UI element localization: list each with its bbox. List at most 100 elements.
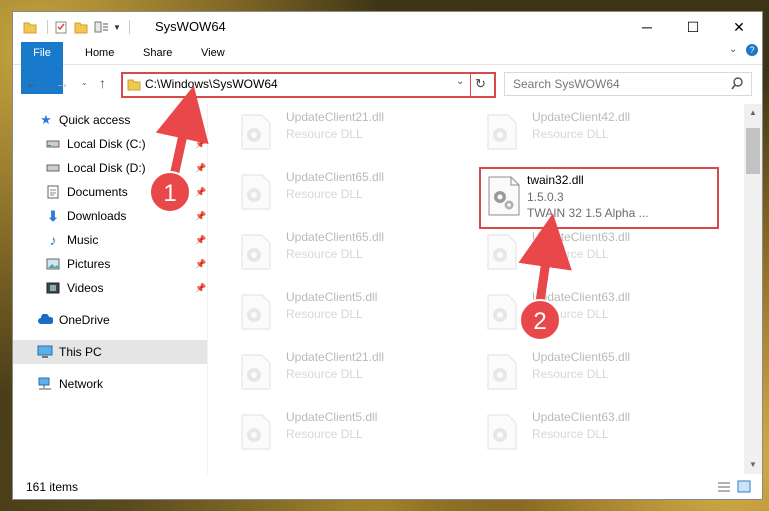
file-item[interactable]: UpdateClient63.dll Resource DLL: [458, 408, 698, 460]
file-type: Resource DLL: [532, 427, 609, 441]
scroll-down-icon[interactable]: ▼: [749, 460, 757, 469]
folder-icon[interactable]: [23, 20, 37, 34]
sidebar-item-network[interactable]: Network: [13, 372, 207, 396]
address-dropdown-icon[interactable]: ⌄: [456, 76, 464, 87]
file-name: UpdateClient63.dll: [532, 230, 631, 244]
pin-icon[interactable]: 📌: [195, 259, 206, 270]
file-item[interactable]: UpdateClient21.dll Resource DLL: [212, 348, 452, 400]
customize-icon[interactable]: [94, 20, 110, 34]
pin-icon[interactable]: 📌: [195, 283, 206, 294]
file-name: UpdateClient63.dll: [532, 290, 631, 304]
scroll-up-icon[interactable]: ▲: [749, 108, 757, 117]
chevron-down-icon[interactable]: ▼: [113, 23, 121, 32]
up-arrow-icon[interactable]: ↑: [99, 75, 106, 91]
sidebar-item-label: Documents: [67, 185, 128, 199]
file-item[interactable]: UpdateClient65.dll Resource DLL: [212, 168, 452, 220]
pin-icon[interactable]: 📌: [195, 235, 206, 246]
search-icon[interactable]: [731, 77, 744, 90]
sidebar-item-documents[interactable]: Documents 📌: [13, 180, 207, 204]
maximize-button[interactable]: ☐: [670, 12, 716, 42]
item-count: 161 items: [26, 480, 79, 494]
search-placeholder: Search SysWOW64: [513, 77, 620, 91]
dll-file-icon: [241, 414, 271, 450]
pin-icon[interactable]: 📌: [195, 139, 206, 150]
file-name: UpdateClient65.dll: [286, 170, 385, 184]
file-type: Resource DLL: [532, 367, 609, 381]
large-icons-view-icon[interactable]: [737, 480, 751, 493]
file-explorer-window: ▼ SysWOW64 ─ ☐ ✕ File Home Share View ⌄ …: [13, 12, 762, 499]
vertical-scrollbar[interactable]: ▲ ▼: [744, 104, 762, 474]
file-type: Resource DLL: [532, 307, 609, 321]
dll-file-icon: [241, 354, 271, 390]
file-name: UpdateClient65.dll: [286, 230, 385, 244]
properties-icon[interactable]: [54, 20, 68, 34]
drive-icon: [45, 160, 61, 176]
sidebar-item-music[interactable]: ♪ Music 📌: [13, 228, 207, 252]
dll-file-icon: [488, 176, 520, 216]
quick-access-toolbar: ▼: [23, 18, 130, 36]
new-folder-icon[interactable]: [74, 20, 88, 34]
scrollbar-thumb[interactable]: [746, 128, 760, 174]
details-view-icon[interactable]: [717, 481, 731, 493]
dll-file-icon: [487, 114, 517, 150]
sidebar-item-label: Local Disk (D:): [67, 161, 146, 175]
drive-icon: [45, 136, 61, 152]
sidebar-item-local-disk-c[interactable]: Local Disk (C:) 📌: [13, 132, 207, 156]
sidebar-item-pictures[interactable]: Pictures 📌: [13, 252, 207, 276]
sidebar-item-local-disk-d[interactable]: Local Disk (D:) 📌: [13, 156, 207, 180]
file-item[interactable]: UpdateClient5.dll Resource DLL: [212, 288, 452, 340]
refresh-icon[interactable]: ↻: [475, 76, 486, 92]
file-item[interactable]: UpdateClient65.dll Resource DLL: [458, 348, 698, 400]
dll-file-icon: [487, 414, 517, 450]
sidebar-item-label: Videos: [67, 281, 104, 295]
pin-icon[interactable]: 📌: [195, 187, 206, 198]
file-item[interactable]: UpdateClient63.dll Resource DLL: [458, 288, 698, 340]
file-item[interactable]: UpdateClient21.dll Resource DLL: [212, 108, 452, 160]
file-version: 1.5.0.3: [527, 190, 564, 204]
file-name: UpdateClient65.dll: [532, 350, 631, 364]
navigation-bar: ← → ⌄ ↑ C:\Windows\SysWOW64 ⌄ ↻ Search S…: [13, 66, 762, 100]
twain32-file-item[interactable]: twain32.dll 1.5.0.3 TWAIN 32 1.5 Alpha .…: [479, 167, 719, 229]
help-icon[interactable]: ?: [746, 44, 758, 56]
file-type: Resource DLL: [532, 127, 609, 141]
sidebar-item-videos[interactable]: Videos 📌: [13, 276, 207, 300]
sidebar-item-label: Local Disk (C:): [67, 137, 146, 151]
sidebar-item-quick-access[interactable]: ★ Quick access: [13, 108, 207, 132]
expand-ribbon-icon[interactable]: ⌄: [729, 44, 737, 55]
minimize-button[interactable]: ─: [624, 12, 670, 42]
tab-home[interactable]: Home: [85, 42, 114, 64]
dll-file-icon: [241, 234, 271, 270]
ribbon: File Home Share View ⌄ ?: [13, 42, 762, 94]
music-icon: ♪: [49, 232, 57, 248]
close-button[interactable]: ✕: [716, 12, 762, 42]
file-item[interactable]: UpdateClient5.dll Resource DLL: [212, 408, 452, 460]
file-item[interactable]: UpdateClient65.dll Resource DLL: [212, 228, 452, 280]
pin-icon[interactable]: 📌: [195, 163, 206, 174]
tab-view[interactable]: View: [201, 42, 225, 64]
file-list: UpdateClient21.dll Resource DLL UpdateCl…: [208, 104, 744, 474]
dll-file-icon: [241, 114, 271, 150]
search-input[interactable]: Search SysWOW64: [504, 72, 752, 96]
file-name: UpdateClient21.dll: [286, 110, 385, 124]
videos-icon: [45, 280, 61, 296]
file-item[interactable]: UpdateClient42.dll Resource DLL: [458, 108, 698, 160]
sidebar-item-this-pc[interactable]: This PC: [13, 340, 207, 364]
window-title: SysWOW64: [155, 19, 226, 34]
file-type: Resource DLL: [286, 187, 363, 201]
file-name: UpdateClient63.dll: [532, 410, 631, 424]
back-arrow-icon[interactable]: ←: [25, 75, 39, 91]
file-item[interactable]: UpdateClient63.dll Resource DLL: [458, 228, 698, 280]
forward-arrow-icon[interactable]: →: [55, 75, 69, 91]
sidebar-item-onedrive[interactable]: OneDrive: [13, 308, 207, 332]
sidebar-item-label: Music: [67, 233, 99, 247]
recent-locations-icon[interactable]: ⌄: [81, 78, 88, 87]
documents-icon: [45, 184, 61, 200]
sidebar-item-label: Network: [59, 377, 104, 391]
sidebar-item-downloads[interactable]: ⬇ Downloads 📌: [13, 204, 207, 228]
pin-icon[interactable]: 📌: [195, 211, 206, 222]
address-bar[interactable]: C:\Windows\SysWOW64 ⌄ ↻: [121, 72, 496, 98]
file-name: twain32.dll: [527, 173, 584, 187]
tab-share[interactable]: Share: [143, 42, 172, 64]
folder-icon: [127, 79, 141, 91]
file-name: UpdateClient5.dll: [286, 290, 378, 304]
